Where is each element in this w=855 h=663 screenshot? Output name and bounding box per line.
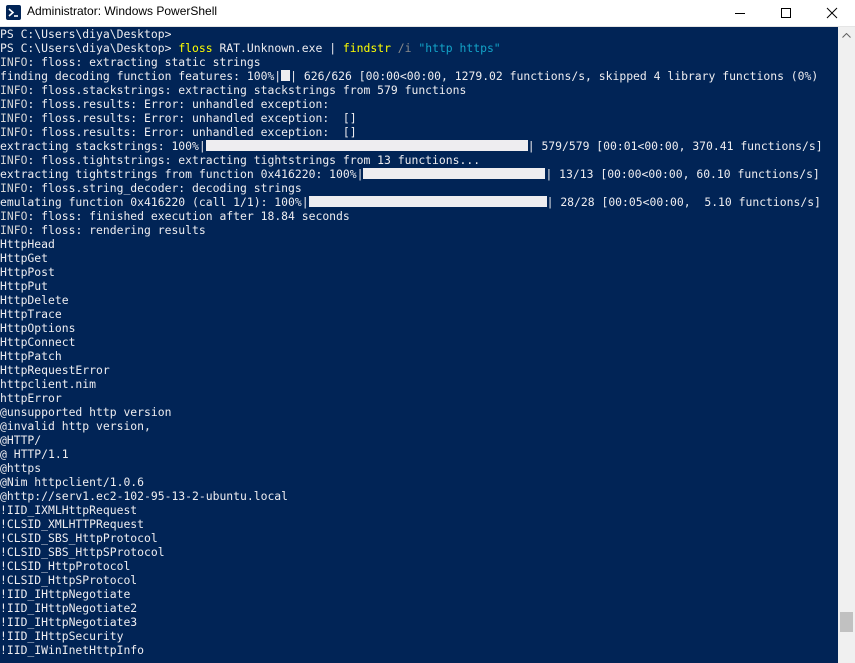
progress-label: finding decoding function features: 100%… [0, 69, 282, 83]
log-line: INFO: floss.stackstrings: extracting sta… [0, 83, 466, 97]
filter-command: findstr [342, 41, 391, 55]
progress-stats: | 13/13 [00:00<00:00, 60.10 functions/s] [545, 167, 820, 181]
maximize-icon [781, 8, 791, 18]
output-line: httpclient.nim [0, 377, 97, 391]
output-line: !IID_IHttpNegotiate [0, 587, 131, 601]
log-message: : floss.tightstrings: extracting tightst… [27, 153, 481, 167]
command-line: PS C:\Users\diya\Desktop> floss RAT.Unkn… [0, 41, 501, 55]
log-level: INFO [0, 97, 28, 111]
log-line: INFO: floss.string_decoder: decoding str… [0, 181, 302, 195]
output-line: HttpGet [0, 251, 49, 265]
vertical-scrollbar[interactable] [838, 27, 855, 663]
log-line: INFO: floss: rendering results [0, 223, 206, 237]
filter-pattern: "http https" [418, 41, 501, 55]
window-title: Administrator: Windows PowerShell [27, 4, 218, 18]
scroll-up-button[interactable] [838, 27, 855, 44]
output-line: !CLSID_SBS_HttpProtocol [0, 531, 158, 545]
log-level: INFO [0, 111, 28, 125]
console-output[interactable]: PS C:\Users\diya\Desktop> PS C:\Users\di… [0, 27, 838, 663]
minimize-icon [735, 13, 745, 14]
output-line: HttpHead [0, 237, 55, 251]
log-message: : floss.stackstrings: extracting stackst… [27, 83, 467, 97]
close-button[interactable] [809, 0, 855, 26]
log-message: : floss.string_decoder: decoding strings [27, 181, 302, 195]
log-level: INFO [0, 209, 28, 223]
output-line: HttpPost [0, 265, 55, 279]
progress-line: finding decoding function features: 100%… [0, 69, 818, 83]
output-line: !CLSID_SBS_HttpSProtocol [0, 545, 165, 559]
output-line: httpError [0, 391, 62, 405]
progress-bar [308, 196, 547, 207]
command-argument: RAT.Unknown.exe [219, 41, 323, 55]
title-bar[interactable]: Administrator: Windows PowerShell [0, 0, 855, 27]
log-line: INFO: floss.results: Error: unhandled ex… [0, 111, 357, 125]
scroll-thumb[interactable] [840, 612, 853, 632]
powershell-icon [6, 5, 21, 20]
log-line: INFO: floss.results: Error: unhandled ex… [0, 125, 357, 139]
progress-stats: | 626/626 [00:00<00:00, 1279.02 function… [290, 69, 819, 83]
output-line: @unsupported http version [0, 405, 172, 419]
output-line: @Nim httpclient/1.0.6 [0, 475, 145, 489]
log-level: INFO [0, 181, 28, 195]
output-line: HttpDelete [0, 293, 69, 307]
output-line: HttpConnect [0, 335, 76, 349]
filter-switch: /i [397, 41, 412, 55]
output-line: !CLSID_HttpProtocol [0, 559, 131, 573]
log-message: : floss.results: Error: unhandled except… [27, 125, 357, 139]
log-level: INFO [0, 223, 28, 237]
progress-bar [205, 140, 528, 151]
output-line: HttpRequestError [0, 363, 110, 377]
log-level: INFO [0, 55, 28, 69]
progress-line: extracting tightstrings from function 0x… [0, 167, 820, 181]
output-line: HttpPatch [0, 349, 62, 363]
log-level: INFO [0, 153, 28, 167]
progress-stats: | 579/579 [00:01<00:00, 370.41 functions… [527, 139, 823, 153]
output-line: HttpTrace [0, 307, 62, 321]
maximize-button[interactable] [763, 0, 809, 26]
log-message: : floss.results: Error: unhandled except… [27, 111, 357, 125]
log-message: : floss: extracting static strings [27, 55, 261, 69]
progress-label: emulating function 0x416220 (call 1/1): … [0, 195, 309, 209]
progress-bar [363, 168, 546, 179]
output-line: !CLSID_HttpSProtocol [0, 573, 138, 587]
output-line: !IID_IXMLHttpRequest [0, 503, 138, 517]
output-line: HttpPut [0, 279, 49, 293]
progress-label: extracting tightstrings from function 0x… [0, 167, 364, 181]
log-level: INFO [0, 125, 28, 139]
output-line: @invalid http version, [0, 419, 151, 433]
log-message: : floss.results: Error: unhandled except… [27, 97, 330, 111]
prompt-text: PS C:\Users\diya\Desktop> [0, 41, 172, 55]
progress-bar [281, 70, 291, 81]
log-line: INFO: floss: extracting static strings [0, 55, 261, 69]
log-line: INFO: floss.tightstrings: extracting tig… [0, 153, 480, 167]
output-line: @HTTP/ [0, 433, 42, 447]
command-name: floss [178, 41, 213, 55]
progress-stats: | 28/28 [00:05<00:00, 5.10 functions/s] [546, 195, 821, 209]
output-line: @http://serv1.ec2-102-95-13-2-ubuntu.loc… [0, 489, 289, 503]
minimize-button[interactable] [717, 0, 763, 26]
prompt-line: PS C:\Users\diya\Desktop> [0, 27, 171, 41]
output-line: !IID_IHttpSecurity [0, 629, 124, 643]
log-line: INFO: floss: finished execution after 18… [0, 209, 350, 223]
powershell-window: Administrator: Windows PowerShell PS C:\… [0, 0, 855, 663]
progress-label: extracting stackstrings: 100%| [0, 139, 206, 153]
output-line: HttpOptions [0, 321, 76, 335]
pipe-operator: | [329, 41, 337, 55]
log-message: : floss: finished execution after 18.84 … [27, 209, 350, 223]
log-line: INFO: floss.results: Error: unhandled ex… [0, 97, 329, 111]
output-line: !IID_IWinInetHttpInfo [0, 643, 145, 657]
chevron-up-icon [842, 33, 851, 38]
output-line: @ HTTP/1.1 [0, 447, 69, 461]
progress-line: emulating function 0x416220 (call 1/1): … [0, 195, 821, 209]
output-line: !CLSID_XMLHTTPRequest [0, 517, 145, 531]
log-message: : floss: rendering results [27, 223, 206, 237]
output-line: !IID_IHttpNegotiate2 [0, 601, 138, 615]
output-line: @https [0, 461, 42, 475]
close-icon [826, 7, 838, 19]
log-level: INFO [0, 83, 28, 97]
prompt-text: PS C:\Users\diya\Desktop> [0, 27, 172, 41]
output-line: !IID_IHttpNegotiate3 [0, 615, 138, 629]
progress-line: extracting stackstrings: 100%| | 579/579 … [0, 139, 823, 153]
